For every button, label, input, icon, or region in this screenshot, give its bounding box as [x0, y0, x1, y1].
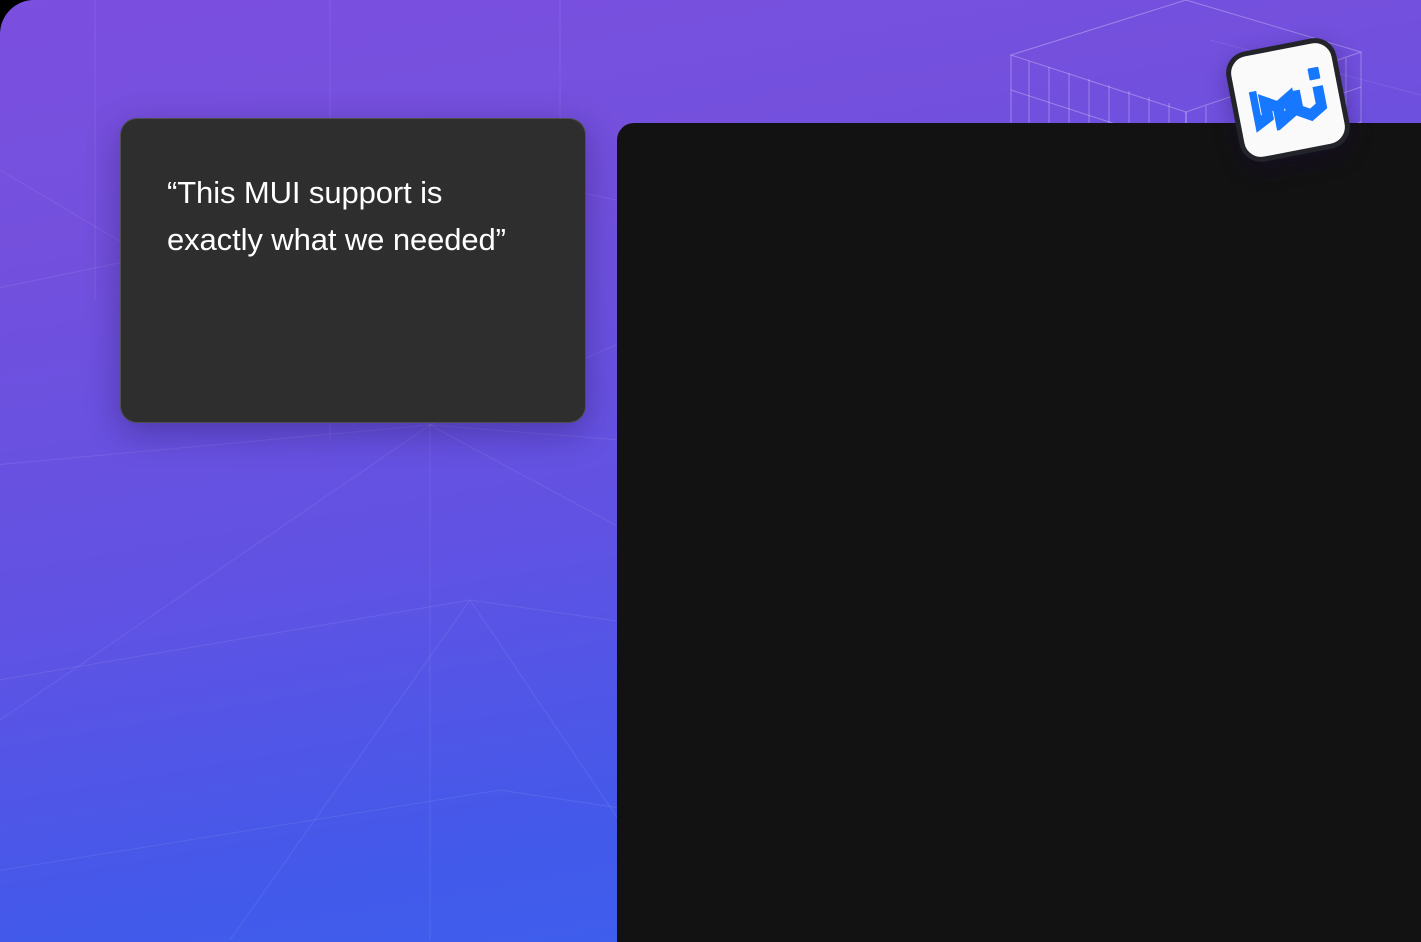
mui-logo-mark — [1246, 66, 1328, 135]
code-panel — [617, 123, 1421, 942]
card-noise-texture — [121, 119, 585, 422]
hero-illustration: “This MUI support is exactly what we nee… — [0, 0, 1421, 942]
mui-logo[interactable] — [1222, 34, 1354, 166]
quote-text: “This MUI support is exactly what we nee… — [167, 175, 506, 258]
code-noise-texture — [617, 123, 1421, 942]
testimonial-card: “This MUI support is exactly what we nee… — [120, 118, 586, 423]
